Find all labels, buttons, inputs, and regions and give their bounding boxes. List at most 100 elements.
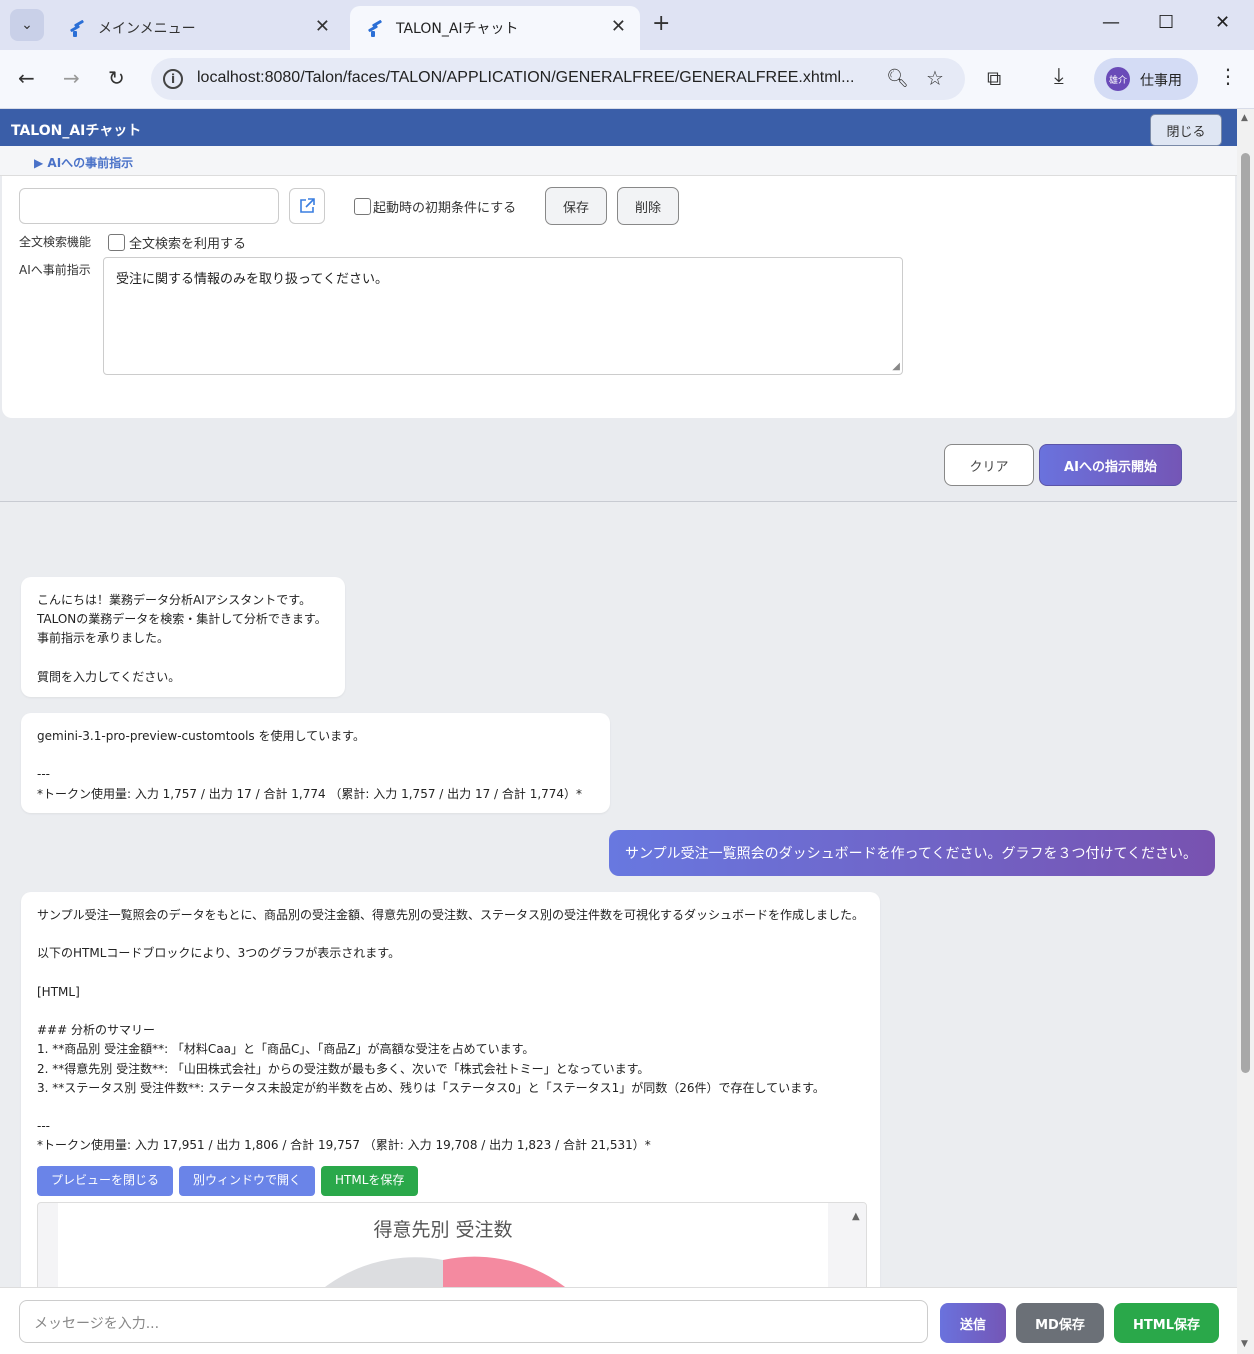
pie-chart-partial: [324, 1256, 566, 1287]
scroll-down-icon[interactable]: ▼: [1241, 1339, 1248, 1349]
tab-main-menu[interactable]: メインメニュー ✕: [52, 6, 344, 50]
send-button[interactable]: 送信: [940, 1303, 1006, 1343]
ai-message: こんにちは！業務データ分析AIアシスタントです。 TALONの業務データを検索・…: [21, 577, 345, 697]
open-external-button[interactable]: [289, 188, 325, 224]
init-condition-checkbox[interactable]: 起動時の初期条件にする: [354, 197, 516, 216]
preinstruction-label: AIへ事前指示: [19, 263, 91, 277]
settings-panel: 起動時の初期条件にする 保存 削除 全文検索機能 全文検索を利用する AIへ事前…: [2, 176, 1235, 418]
url-text: localhost:8080/Talon/faces/TALON/APPLICA…: [197, 69, 855, 86]
pie-slice: [324, 1256, 443, 1287]
chat-input-bar: メッセージを入力... 送信 MD保存 HTML保存: [0, 1287, 1237, 1354]
fulltext-checkbox[interactable]: 全文検索を利用する: [108, 233, 246, 252]
preview-document: 得意先別 受注数: [58, 1202, 828, 1287]
new-tab-icon[interactable]: +: [652, 11, 670, 36]
page-scrollbar[interactable]: ▲ ▼: [1237, 109, 1254, 1354]
preinstruction-textarea[interactable]: 受注に関する情報のみを取り扱ってください。 ◢: [103, 257, 903, 375]
save-html-button[interactable]: HTMLを保存: [321, 1165, 419, 1196]
message-line: gemini-3.1-pro-preview-customtools を使用して…: [37, 729, 365, 743]
message-line: 質問を入力してください。: [37, 669, 181, 684]
md-save-button[interactable]: MD保存: [1016, 1303, 1104, 1343]
scroll-up-icon[interactable]: ▲: [1241, 113, 1248, 123]
app-header: TALON_AIチャット 閉じる: [0, 109, 1237, 146]
close-preview-button[interactable]: プレビューを閉じる: [37, 1165, 174, 1196]
open-external-icon: [300, 198, 315, 213]
close-tab-icon[interactable]: ✕: [315, 16, 330, 37]
message-line: 3. **ステータス別 受注件数**: ステータス未設定が約半数を占め、残りは「…: [37, 1080, 825, 1095]
browser-tabstrip: ⌄ メインメニュー ✕ TALON_AIチャット ✕ + — ☐ ✕: [0, 0, 1254, 50]
ai-message: サンプル受注一覧照会のデータをもとに、商品別の受注金額、得意先別の受注数、ステー…: [21, 892, 880, 1287]
chevron-down-icon: ⌄: [21, 17, 33, 33]
message-line: *トークン使用量: 入力 17,951 / 出力 1,806 / 合計 19,7…: [37, 1138, 651, 1153]
start-instruction-button[interactable]: AIへの指示開始: [1039, 444, 1182, 486]
open-new-window-button[interactable]: 別ウィンドウで開く: [179, 1165, 316, 1196]
talon-favicon-icon: [366, 19, 384, 37]
back-icon[interactable]: ←: [18, 66, 35, 90]
preset-name-input[interactable]: [19, 188, 279, 224]
browser-toolbar: ← → ↻ i localhost:8080/Talon/faces/TALON…: [0, 50, 1254, 109]
delete-button[interactable]: 削除: [617, 187, 679, 225]
message-line: [37, 964, 864, 983]
page-title: TALON_AIチャット: [11, 123, 142, 139]
checkbox-box[interactable]: [354, 198, 371, 215]
message-line: 事前指示を承りました。: [37, 631, 170, 646]
bookmark-star-icon[interactable]: ☆: [926, 66, 944, 90]
forward-icon[interactable]: →: [63, 66, 80, 90]
scroll-up-icon[interactable]: ▲: [852, 1207, 860, 1226]
preinstruction-toggle[interactable]: ▶ AIへの事前指示: [34, 154, 133, 171]
message-line: TALONの業務データを検索・集計して分析できます。: [37, 612, 327, 627]
message-line: [37, 1098, 864, 1117]
message-line: [37, 925, 864, 944]
fulltext-label: 全文検索機能: [19, 235, 92, 249]
ai-message: gemini-3.1-pro-preview-customtools を使用して…: [21, 713, 610, 813]
clear-button[interactable]: クリア: [944, 444, 1034, 486]
html-preview-frame[interactable]: 得意先別 受注数 ▲: [37, 1201, 867, 1287]
message-line: ### 分析のサマリー: [37, 1023, 155, 1038]
extensions-icon[interactable]: ⧉: [987, 66, 1001, 90]
preinstruction-bar: ▶ AIへの事前指示: [0, 146, 1237, 176]
preview-scrollbar[interactable]: ▲: [848, 1202, 866, 1287]
init-condition-label: 起動時の初期条件にする: [373, 201, 517, 216]
save-button[interactable]: 保存: [545, 187, 607, 225]
message-input[interactable]: メッセージを入力...: [19, 1300, 928, 1343]
tab-search-button[interactable]: ⌄: [10, 9, 44, 41]
message-line: 2. **得意先別 受注数**: 「山田株式会社」からの受注数が最も多く、次いで…: [37, 1061, 650, 1076]
talon-favicon-icon: [68, 19, 86, 37]
message-line: *トークン使用量: 入力 1,757 / 出力 17 / 合計 1,774 （累…: [37, 786, 583, 801]
message-line: ---: [37, 767, 50, 782]
pie-slice: [443, 1256, 566, 1287]
close-tab-icon[interactable]: ✕: [611, 16, 626, 37]
preview-toolbar: プレビューを閉じる 別ウィンドウで開く HTMLを保存: [37, 1165, 864, 1196]
checkbox-box[interactable]: [108, 234, 125, 251]
zoom-icon[interactable]: 🔍︎: [886, 68, 909, 89]
reload-icon[interactable]: ↻: [108, 66, 125, 90]
message-line: [37, 746, 594, 765]
app-root: TALON_AIチャット 閉じる ▶ AIへの事前指示 起動時の初期条件にする …: [0, 109, 1237, 1354]
maximize-icon[interactable]: ☐: [1158, 12, 1174, 33]
message-line: ---: [37, 1119, 50, 1134]
fulltext-checkbox-label: 全文検索を利用する: [129, 237, 247, 252]
message-line: [37, 1002, 864, 1021]
scrollbar-thumb[interactable]: [1241, 153, 1250, 1073]
site-info-icon[interactable]: i: [163, 69, 183, 89]
message-line: 以下のHTMLコードブロックにより、3つのグラフが表示されます。: [37, 946, 401, 961]
html-save-button[interactable]: HTML保存: [1114, 1303, 1219, 1343]
browser-menu-icon[interactable]: ⋮: [1218, 64, 1238, 88]
message-line: サンプル受注一覧照会のデータをもとに、商品別の受注金額、得意先別の受注数、ステー…: [37, 908, 865, 922]
avatar: 雄介: [1106, 67, 1130, 91]
preinstruction-text: 受注に関する情報のみを取り扱ってください。: [116, 272, 388, 287]
profile-name: 仕事用: [1140, 73, 1182, 89]
close-button[interactable]: 閉じる: [1150, 114, 1222, 146]
message-line: 1. **商品別 受注金額**: 「材料Caa」と「商品C」、「商品Z」が高額な…: [37, 1042, 535, 1057]
message-line: [37, 649, 329, 668]
tab-talon-ai-chat[interactable]: TALON_AIチャット ✕: [350, 6, 640, 50]
download-icon[interactable]: ⤓: [1054, 64, 1064, 89]
profile-button[interactable]: 雄介 仕事用: [1094, 58, 1198, 100]
message-line: こんにちは！業務データ分析AIアシスタントです。: [37, 593, 312, 607]
resize-handle-icon[interactable]: ◢: [892, 361, 900, 372]
chat-area: こんにちは！業務データ分析AIアシスタントです。 TALONの業務データを検索・…: [0, 502, 1237, 1287]
close-window-icon[interactable]: ✕: [1215, 12, 1230, 33]
minimize-icon[interactable]: —: [1102, 12, 1120, 33]
message-line: [HTML]: [37, 984, 80, 999]
address-bar[interactable]: i localhost:8080/Talon/faces/TALON/APPLI…: [151, 58, 965, 100]
tab-title: TALON_AIチャット: [396, 21, 519, 37]
